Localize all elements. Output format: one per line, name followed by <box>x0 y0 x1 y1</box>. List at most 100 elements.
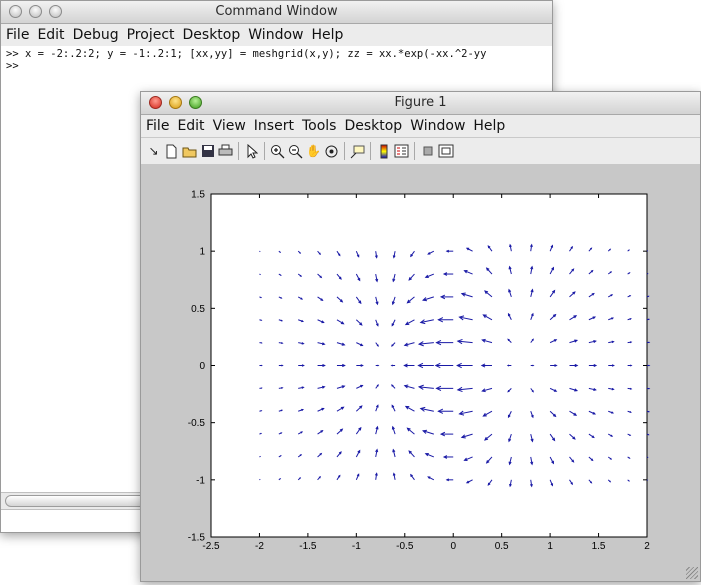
toolbar-separator <box>264 142 265 160</box>
menu-debug[interactable]: Debug <box>73 27 119 43</box>
x-tick-label: 0 <box>450 541 456 552</box>
rotate-3d-icon[interactable] <box>323 142 340 160</box>
y-tick-label: -1 <box>196 475 205 486</box>
data-cursor-icon[interactable] <box>349 142 366 160</box>
figure-toolbar: ↘ ✋ <box>141 138 700 165</box>
print-icon[interactable] <box>217 142 234 160</box>
quiver-arrowhead <box>281 387 282 388</box>
quiver-arrowhead <box>630 388 631 389</box>
quiver-arrowhead <box>261 343 262 344</box>
menu-desktop[interactable]: Desktop <box>344 118 402 134</box>
command-window-titlebar[interactable]: Command Window <box>1 1 552 24</box>
quiver-arrowhead <box>630 342 631 343</box>
command-window-menubar: File Edit Debug Project Desktop Window H… <box>1 24 552 47</box>
quiver-arrowhead <box>281 365 282 366</box>
y-tick-label: 0.5 <box>191 304 205 315</box>
menu-desktop[interactable]: Desktop <box>183 27 241 43</box>
y-tick-label: 1 <box>199 247 205 258</box>
x-tick-label: -2.5 <box>202 541 220 552</box>
resize-grip[interactable] <box>686 567 698 579</box>
x-tick-label: 1 <box>547 541 553 552</box>
menu-tools[interactable]: Tools <box>302 118 337 134</box>
menu-file[interactable]: File <box>146 118 169 134</box>
save-icon[interactable] <box>199 142 216 160</box>
quiver-arrowhead <box>628 250 629 251</box>
menu-help[interactable]: Help <box>473 118 505 134</box>
hide-plot-tools-icon[interactable] <box>419 142 436 160</box>
menu-file[interactable]: File <box>6 27 29 43</box>
quiver-arrowhead <box>648 411 649 412</box>
toolbar-separator <box>414 142 415 160</box>
quiver-arrowhead <box>281 410 282 411</box>
pan-hand-icon[interactable]: ✋ <box>305 142 322 160</box>
quiver-arrowhead <box>630 319 631 320</box>
y-tick-label: -0.5 <box>188 418 206 429</box>
menu-window[interactable]: Window <box>410 118 465 134</box>
menu-edit[interactable]: Edit <box>177 118 204 134</box>
toolbar-separator <box>344 142 345 160</box>
quiver-arrowhead <box>532 365 533 366</box>
quiver-arrow <box>647 251 648 252</box>
y-tick-label: -1.5 <box>188 533 206 544</box>
window-title: Figure 1 <box>141 95 700 110</box>
menu-project[interactable]: Project <box>127 27 175 43</box>
legend-icon[interactable] <box>393 142 410 160</box>
toolbar-separator <box>238 142 239 160</box>
zoom-out-icon[interactable] <box>287 142 304 160</box>
menu-insert[interactable]: Insert <box>254 118 294 134</box>
quiver-arrowhead <box>630 365 631 366</box>
y-tick-label: 0 <box>199 361 205 372</box>
window-title: Command Window <box>1 4 552 19</box>
open-folder-icon[interactable] <box>181 142 198 160</box>
quiver-arrowhead <box>261 411 262 412</box>
command-prompt[interactable]: >> <box>1 60 552 72</box>
quiver-arrowhead <box>628 480 629 481</box>
quiver-arrow <box>647 457 648 458</box>
quiver-arrow <box>647 480 648 481</box>
quiver-arrowhead <box>648 342 649 343</box>
figure-menubar: File Edit View Insert Tools Desktop Wind… <box>141 115 700 138</box>
quiver-arrow <box>259 479 260 480</box>
quiver-arrowhead <box>261 388 262 389</box>
command-line: >> x = -2:.2:2; y = -1:.2:1; [xx,yy] = m… <box>1 46 552 60</box>
pointer-icon[interactable] <box>243 142 260 160</box>
quiver-arrowhead <box>280 252 281 253</box>
x-tick-label: 2 <box>644 541 650 552</box>
y-tick-label: 1.5 <box>191 190 205 201</box>
quiver-arrowhead <box>281 320 282 321</box>
quiver-arrow <box>647 273 648 274</box>
quiver-arrowhead <box>261 365 262 366</box>
quiver-arrowhead <box>649 365 650 366</box>
x-tick-label: 0.5 <box>495 541 509 552</box>
x-tick-label: -1 <box>352 541 361 552</box>
quiver-arrowhead <box>280 479 281 480</box>
x-tick-label: -0.5 <box>396 541 414 552</box>
toolbar-separator <box>370 142 371 160</box>
x-tick-label: -1.5 <box>299 541 317 552</box>
menu-view[interactable]: View <box>213 118 246 134</box>
menu-help[interactable]: Help <box>311 27 343 43</box>
quiver-arrowhead <box>508 365 509 366</box>
quiver-arrowhead <box>648 388 649 389</box>
figure-window-titlebar[interactable]: Figure 1 <box>141 92 700 115</box>
menu-window[interactable]: Window <box>248 27 303 43</box>
quiver-arrow <box>259 251 260 252</box>
show-plot-tools-icon[interactable] <box>437 142 454 160</box>
quiver-arrowhead <box>630 411 631 412</box>
quiver-arrowhead <box>392 365 393 366</box>
new-figure-icon[interactable] <box>163 142 180 160</box>
quiver-plot[interactable]: -2.5 -2 -1.5 -1 -0.5 0 0.5 1 1.5 2 -1.5 -1 -0.5 0 0.5 1… <box>141 164 700 581</box>
quiver-arrowhead <box>281 342 282 343</box>
quiver-arrow <box>259 456 260 457</box>
zoom-in-icon[interactable] <box>269 142 286 160</box>
figure-canvas[interactable]: -2.5 -2 -1.5 -1 -0.5 0 0.5 1 1.5 2 -1.5 -1 -0.5 0 0.5 1… <box>141 164 700 581</box>
figure-window[interactable]: Figure 1 File Edit View Insert Tools Des… <box>140 91 701 582</box>
quiver-arrowhead <box>648 319 649 320</box>
menu-edit[interactable]: Edit <box>37 27 64 43</box>
quiver-arrow <box>259 274 260 275</box>
quiver-arrowhead <box>377 365 378 366</box>
colorbar-icon[interactable] <box>375 142 392 160</box>
x-tick-label: -2 <box>255 541 264 552</box>
arrow-icon[interactable]: ↘ <box>145 142 162 160</box>
x-tick-label: 1.5 <box>592 541 606 552</box>
